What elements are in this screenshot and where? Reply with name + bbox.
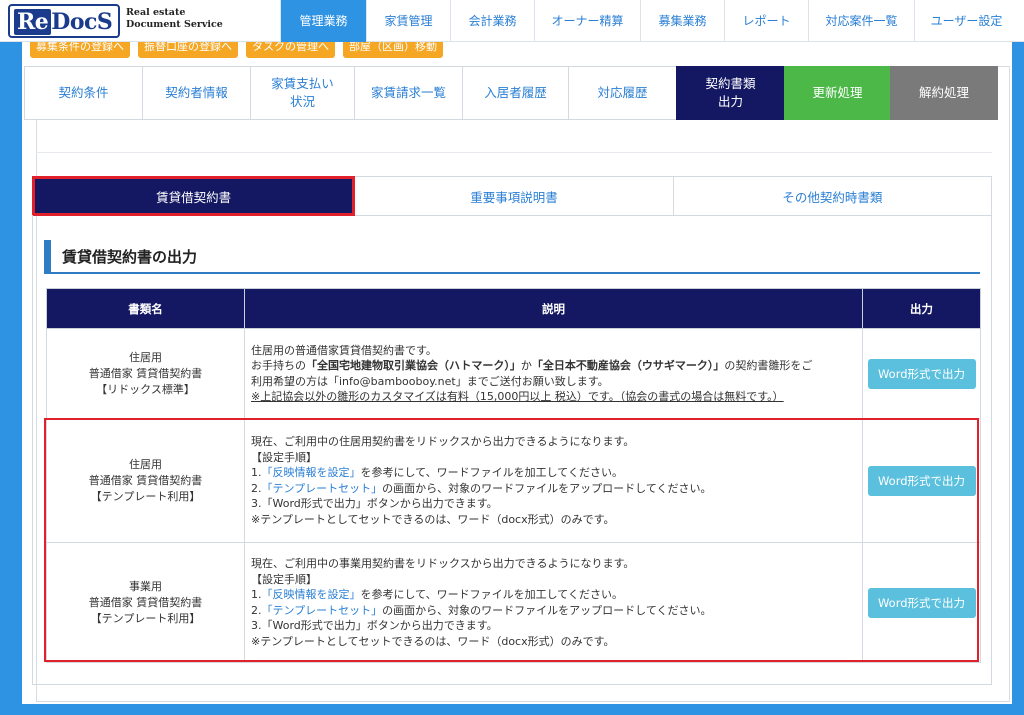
doc-name-line: 普通借家 賃貸借契約書 [88, 595, 203, 609]
output-cell: Word形式で出力 [862, 328, 981, 419]
description-line: 利用希望の方は「info@bambooboy.net」までご送付お願い致します。 [251, 374, 609, 388]
section-heading: 賃貸借契約書の出力 [44, 240, 980, 274]
desc-text: を参考にして、ワードファイルを加工してください。 [360, 466, 623, 479]
logo-mark-rest: DocS [51, 9, 113, 35]
col-header-output: 出力 [862, 288, 981, 329]
logo-mark: Re DocS [8, 4, 121, 38]
doc-name-cell: 事業用 普通借家 賃貸借契約書 【テンプレート利用】 [46, 542, 245, 663]
description-line: ※テンプレートとしてセットできるのは、ワード（docx形式）のみです。 [251, 512, 615, 526]
description-line: 現在、ご利用中の事業用契約書をリドックスから出力できるようになります。 [251, 557, 635, 570]
table-header-row: 書類名 説明 出力 [46, 288, 981, 329]
nav-user-settings[interactable]: ユーザー設定 [914, 0, 1018, 42]
description-line: 3.「Word形式で出力」ボタンから出力できます。 [251, 497, 498, 510]
desc-text: の契約書雛形をご [724, 359, 813, 372]
divider [36, 152, 992, 153]
doc-name-line: 普通借家 賃貸借契約書 [88, 473, 203, 487]
table-row: 事業用 普通借家 賃貸借契約書 【テンプレート利用】 現在、ご利用中の事業用契約… [46, 542, 981, 663]
doc-name-line: 事業用 [129, 579, 162, 593]
description-line: 【設定手順】 [251, 450, 317, 464]
doc-name-line: 普通借家 賃貸借契約書 [88, 366, 203, 380]
desc-text: の画面から、対象のワードファイルをアップロードしてください。 [382, 481, 712, 495]
doctab-other-docs[interactable]: その他契約時書類 [673, 176, 992, 216]
desc-text: を参考にして、ワードファイルを加工してください。 [360, 588, 623, 601]
customization-fee-note: ※上記協会以外の雛形のカスタマイズは有料（15,000円以上 税込）です。（協会… [251, 390, 784, 403]
nav-report[interactable]: レポート [724, 0, 808, 42]
tab-response-history[interactable]: 対応履歴 [568, 66, 676, 120]
tab-rent-payment-status[interactable]: 家賃支払い状況 [250, 66, 354, 120]
nav-yachin-kanri[interactable]: 家賃管理 [366, 0, 450, 42]
nav-kaikei-gyomu[interactable]: 会計業務 [450, 0, 534, 42]
doc-name-cell: 住居用 普通借家 賃貸借契約書 【テンプレート利用】 [46, 418, 245, 543]
doc-name-line: 【テンプレート利用】 [90, 611, 201, 625]
tab-renewal[interactable]: 更新処理 [784, 66, 890, 120]
description-cell: 現在、ご利用中の住居用契約書をリドックスから出力できるようになります。 【設定手… [244, 418, 863, 543]
section-heading-text: 賃貸借契約書の出力 [62, 248, 198, 266]
step-number: 1. [251, 466, 262, 479]
doc-name-cell: 住居用 普通借家 賃貸借契約書 【リドックス標準】 [46, 328, 245, 419]
main-nav: 管理業務 家賃管理 会計業務 オーナー精算 募集業務 レポート 対応案件一覧 ユ… [280, 0, 1018, 42]
step-number: 1. [251, 588, 262, 601]
col-header-doc-name: 書類名 [46, 288, 245, 329]
nav-kanri-gyomu[interactable]: 管理業務 [280, 0, 366, 42]
doc-name-line: 住居用 [129, 457, 162, 471]
section-heading-bar [44, 240, 51, 272]
nav-boshu-gyomu[interactable]: 募集業務 [640, 0, 724, 42]
template-set-link[interactable]: 「テンプレートセット」 [262, 604, 383, 617]
usagimark-association: 「全日本不動産協会（ウサギマーク）」 [531, 359, 725, 372]
table-row: 住居用 普通借家 賃貸借契約書 【リドックス標準】 住居用の普通借家賃貸借契約書… [46, 328, 981, 419]
word-output-button[interactable]: Word形式で出力 [867, 465, 976, 496]
description-cell: 住居用の普通借家賃貸借契約書です。 お手持ちの「全国宅地建物取引業協会（ハトマー… [244, 328, 863, 419]
description-line: 1.「反映情報を設定」を参考にして、ワードファイルを加工してください。 [251, 465, 856, 481]
logo-mark-re: Re [14, 9, 52, 35]
contract-subtabs: 契約条件 契約者情報 家賃支払い状況 家賃請求一覧 入居者履歴 対応履歴 契約書… [24, 66, 998, 120]
reflect-info-link[interactable]: 「反映情報を設定」 [262, 588, 361, 601]
logo-tagline-1: Real estate [126, 7, 186, 18]
document-table: 書類名 説明 出力 住居用 普通借家 賃貸借契約書 【リドックス標準】 住居用の… [46, 288, 981, 663]
tab-contract-docs-output[interactable]: 契約書類出力 [676, 66, 784, 120]
output-cell: Word形式で出力 [862, 418, 981, 543]
doc-name-line: 【テンプレート利用】 [90, 489, 201, 503]
nav-owner-seisan[interactable]: オーナー精算 [534, 0, 640, 42]
step-number: 2. [251, 481, 262, 495]
description-line: お手持ちの「全国宅地建物取引業協会（ハトマーク）」か「全日本不動産協会（ウサギマ… [251, 358, 856, 374]
tab-tenant-history[interactable]: 入居者履歴 [462, 66, 568, 120]
description-cell: 現在、ご利用中の事業用契約書をリドックスから出力できるようになります。 【設定手… [244, 542, 863, 663]
hatomark-association: 「全国宅地建物取引業協会（ハトマーク）」 [306, 359, 521, 372]
tab-cancellation[interactable]: 解約処理 [890, 66, 998, 120]
description-line: 1.「反映情報を設定」を参考にして、ワードファイルを加工してください。 [251, 587, 856, 603]
doctab-important-matters[interactable]: 重要事項説明書 [355, 176, 674, 216]
word-output-button[interactable]: Word形式で出力 [867, 587, 976, 618]
template-set-link[interactable]: 「テンプレートセット」 [262, 482, 383, 495]
description-line: 3.「Word形式で出力」ボタンから出力できます。 [251, 619, 498, 632]
description-line: 2.「テンプレートセット」の画面から、対象のワードファイルをアップロードしてくだ… [251, 481, 856, 497]
tab-contract-conditions[interactable]: 契約条件 [24, 66, 142, 120]
description-line: 2.「テンプレートセット」の画面から、対象のワードファイルをアップロードしてくだ… [251, 603, 856, 619]
desc-text: お手持ちの [251, 359, 306, 372]
description-line: 【設定手順】 [251, 572, 317, 586]
word-output-button[interactable]: Word形式で出力 [867, 358, 976, 389]
top-header: Re DocS Real estate Document Service 管理業務… [0, 0, 1024, 42]
doc-name-line: 【リドックス標準】 [96, 382, 195, 396]
output-cell: Word形式で出力 [862, 542, 981, 663]
step-number: 2. [251, 603, 262, 617]
document-tabs: 賃貸借契約書 重要事項説明書 その他契約時書類 [32, 176, 992, 216]
table-row: 住居用 普通借家 賃貸借契約書 【テンプレート利用】 現在、ご利用中の住居用契約… [46, 418, 981, 543]
doc-name-line: 住居用 [129, 350, 162, 364]
reflect-info-link[interactable]: 「反映情報を設定」 [262, 466, 361, 479]
desc-text: の画面から、対象のワードファイルをアップロードしてください。 [382, 603, 712, 617]
description-line: 現在、ご利用中の住居用契約書をリドックスから出力できるようになります。 [251, 435, 635, 448]
app-logo[interactable]: Re DocS Real estate Document Service [8, 4, 270, 38]
doctab-lease-contract[interactable]: 賃貸借契約書 [32, 176, 356, 216]
nav-taio-anken[interactable]: 対応案件一覧 [808, 0, 914, 42]
description-line: ※テンプレートとしてセットできるのは、ワード（docx形式）のみです。 [251, 634, 615, 648]
desc-text: か [520, 359, 532, 372]
tab-rent-invoices[interactable]: 家賃請求一覧 [354, 66, 462, 120]
logo-tagline: Real estate Document Service [126, 7, 223, 31]
description-line: 住居用の普通借家賃貸借契約書です。 [251, 343, 437, 357]
tab-contractor-info[interactable]: 契約者情報 [142, 66, 250, 120]
col-header-description: 説明 [244, 288, 863, 329]
logo-tagline-2: Document Service [126, 19, 223, 30]
